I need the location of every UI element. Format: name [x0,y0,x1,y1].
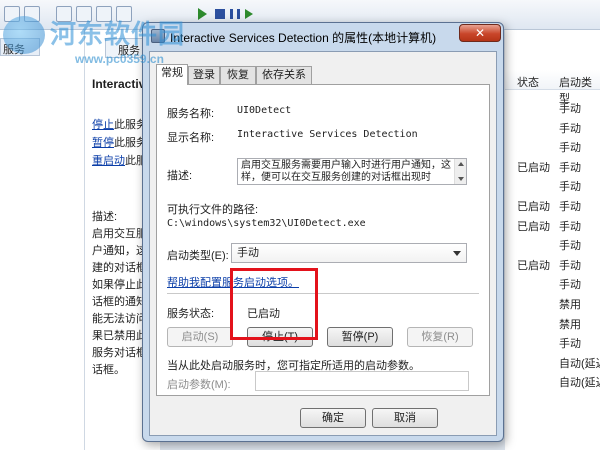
desc-line: 如果停止此 [92,279,147,291]
desc-line: 建的对话框 [92,262,147,274]
dialog-title: Interactive Services Detection 的属性(本地计算机… [170,31,437,45]
tab-general[interactable]: 常规 [156,64,188,85]
start-params-label: 启动参数(M): [167,379,231,391]
row-startup-type: 手动 [559,240,581,253]
row-status: 已启动 [517,220,550,233]
service-list: 状态 启动类型 手动 手动 手动 已启动 手动 手动 已启动 手动 已启动 手动 手动 已启动 手动 手动… [505,30,600,450]
desc-line: 能无法访问 [92,313,147,325]
row-startup-type: 手动 [559,161,581,174]
row-startup-type: 禁用 [559,299,581,311]
stop-service-icon[interactable] [215,9,225,19]
watermark-logo-icon [3,16,45,54]
row-startup-type: 手动 [559,142,581,155]
row-startup-type: 手动 [559,201,581,213]
desc-line: 户通知，这 [92,245,147,257]
description-label: 描述: [167,170,193,182]
description-scrollbar[interactable] [454,159,466,184]
row-startup-type: 自动(延迟 [559,357,600,370]
row-status: 已启动 [517,201,550,213]
exe-path-label: 可执行文件的路径: [167,204,259,216]
startup-type-label: 启动类型(E): [167,250,229,262]
row-startup-type: 手动 [559,338,581,351]
list-header: 状态 启动类型 [505,70,600,105]
highlight-annotation [230,268,318,340]
start-button[interactable]: 启动(S) [167,327,233,347]
restart-link-line: 重启动此服 [92,155,147,167]
ok-button[interactable]: 确定 [300,408,366,428]
description-text: 启用交互服务需要用户输入时进行用户通知，这样，便可以在交互服务创建的对话框出现时 [241,160,451,183]
desc-line: 服务对话框 [92,347,147,359]
start-service-icon[interactable] [198,8,207,20]
row-startup-type: 自动(延迟 [559,377,600,390]
column-header-status[interactable]: 状态 [517,74,539,90]
scroll-up-icon[interactable] [458,162,464,166]
pause-button[interactable]: 暂停(P) [327,327,393,347]
watermark-url: www.pc0359.cn [75,52,164,66]
watermark-brand: 河东软件园 [50,20,186,50]
row-startup-type: 手动 [559,103,581,115]
divider [167,293,479,294]
resume-button[interactable]: 恢复(R) [407,327,473,347]
start-params-input[interactable] [255,371,469,391]
row-startup-type: 手动 [559,279,581,292]
pause-link[interactable]: 暂停 [92,137,114,149]
service-name-value: UI0Detect [237,105,292,116]
tab-dependencies[interactable]: 依存关系 [256,66,312,84]
dialog-title-bar[interactable]: Interactive Services Detection 的属性(本地计算机… [143,23,503,49]
display-name-value: Interactive Services Detection [237,129,418,140]
restart-service-icon[interactable] [245,9,253,19]
dialog-body: 常规 登录 恢复 依存关系 服务名称: UI0Detect 显示名称: Inte… [149,51,497,436]
startup-type-value: 手动 [237,247,259,259]
close-button[interactable]: ✕ [459,24,501,42]
restart-link[interactable]: 重启动 [92,155,125,167]
tab-recovery[interactable]: 恢复 [220,66,256,84]
startup-type-select[interactable]: 手动 [231,243,467,263]
row-startup-type: 禁用 [559,318,581,331]
row-startup-type: 手动 [559,259,581,272]
description-textbox[interactable]: 启用交互服务需要用户输入时进行用户通知，这样，便可以在交互服务创建的对话框出现时 [237,158,467,185]
service-status-label: 服务状态: [167,308,215,320]
stop-link-line: 停止此服务 [92,119,147,131]
pause-service-icon[interactable] [230,9,240,19]
properties-dialog: Interactive Services Detection 的属性(本地计算机… [142,22,504,442]
tree-pane: 服务 [0,30,85,450]
tab-logon[interactable]: 登录 [188,66,220,84]
row-status: 已启动 [517,161,550,174]
display-name-label: 显示名称: [167,132,215,144]
desc-line: 果已禁用此 [92,330,147,342]
desc-line: 描述: [92,211,118,223]
row-startup-type: 手动 [559,220,581,233]
cancel-button[interactable]: 取消 [372,408,438,428]
row-startup-type: 手动 [559,122,581,135]
row-status: 已启动 [517,259,550,272]
row-startup-type: 手动 [559,181,581,194]
general-tab-panel: 服务名称: UI0Detect 显示名称: Interactive Servic… [156,84,490,396]
stop-link[interactable]: 停止 [92,119,114,131]
chevron-down-icon [453,251,461,256]
service-name-label: 服务名称: [167,108,215,120]
scroll-down-icon[interactable] [458,177,464,181]
pause-link-line: 暂停此服务 [92,137,147,149]
desc-line: 话框的通知 [92,296,147,308]
desc-line: 话框。 [92,364,125,376]
exe-path-value: C:\windows\system32\UI0Detect.exe [167,218,366,229]
desc-line: 启用交互服 [92,228,147,240]
